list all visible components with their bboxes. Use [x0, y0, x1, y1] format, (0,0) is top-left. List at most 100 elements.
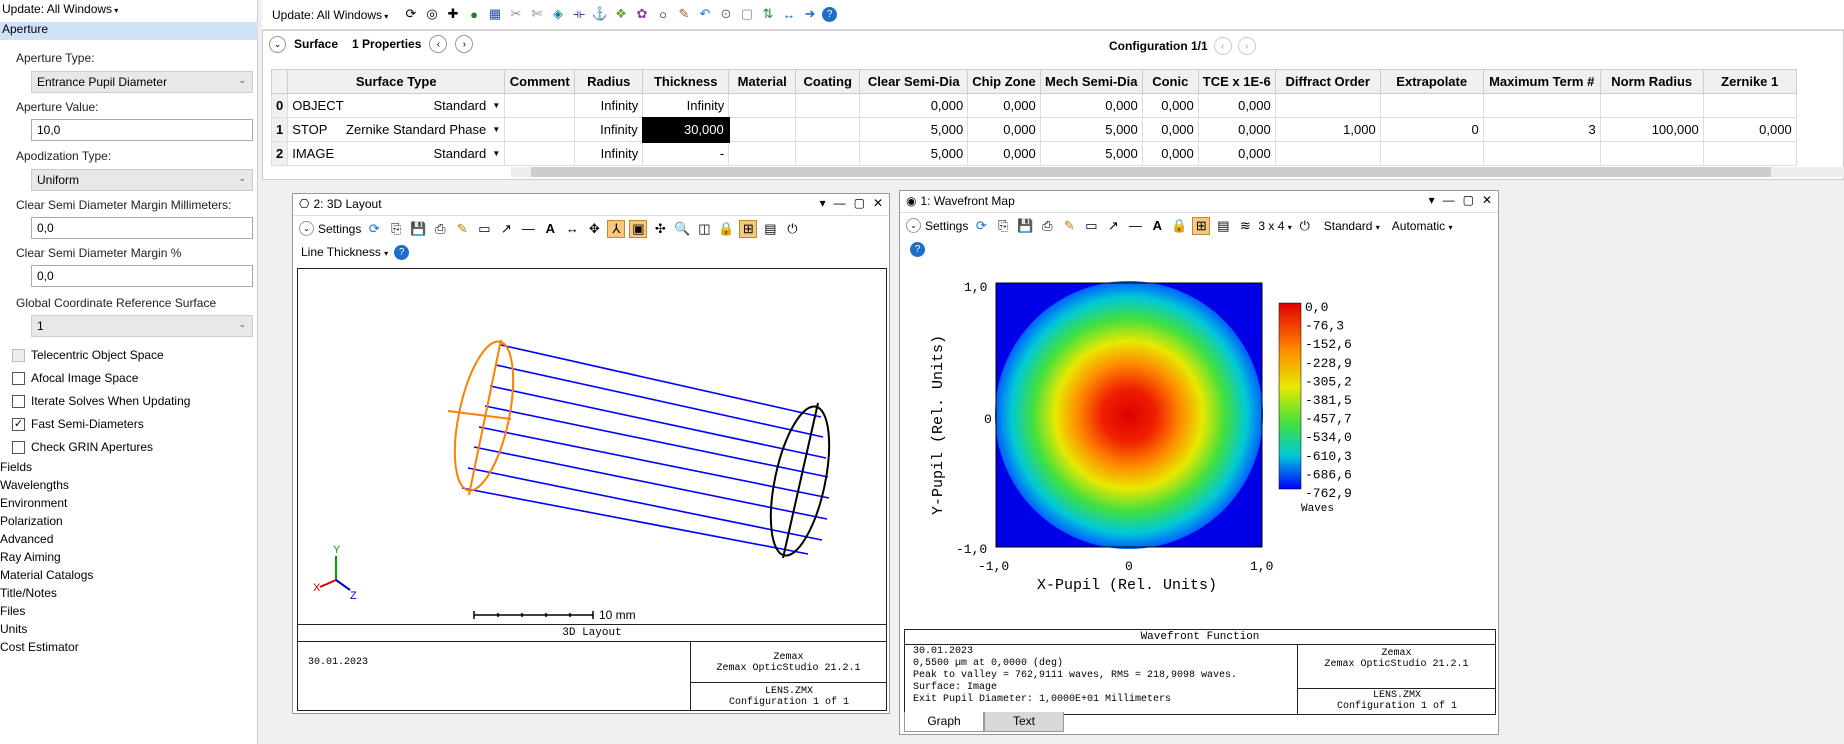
- copy-icon[interactable]: ⎘: [994, 217, 1012, 235]
- maximize-icon[interactable]: ▢: [1463, 193, 1474, 207]
- dropdown-icon[interactable]: ▾: [1429, 193, 1435, 207]
- col-extrapolate[interactable]: Extrapolate: [1379, 69, 1484, 94]
- col-norm-radius[interactable]: Norm Radius: [1599, 69, 1704, 94]
- col-material[interactable]: Material: [728, 69, 797, 94]
- extrapolate-cell[interactable]: [1379, 141, 1484, 166]
- print-icon[interactable]: ⎙: [1038, 217, 1056, 235]
- mech-semi-dia-cell[interactable]: 5,000: [1039, 141, 1143, 166]
- dropdown-icon[interactable]: ▾: [820, 196, 826, 210]
- next-config-icon[interactable]: ›: [1237, 37, 1256, 55]
- layers-icon[interactable]: ▤: [1214, 217, 1232, 235]
- grid-icon[interactable]: ⊞: [1192, 216, 1211, 235]
- diffract-order-cell[interactable]: 1,000: [1274, 117, 1381, 142]
- col-tce[interactable]: TCE x 1E-6: [1197, 69, 1276, 94]
- text-icon[interactable]: A: [1148, 217, 1166, 235]
- category-environment[interactable]: Environment: [0, 496, 67, 510]
- margin-mm-input[interactable]: 0,0: [31, 217, 253, 239]
- line-icon[interactable]: —: [519, 220, 537, 238]
- surface-type-cell[interactable]: OBJECT Standard ▼: [287, 93, 506, 118]
- afocal-checkbox[interactable]: Afocal Image Space: [12, 370, 138, 386]
- horizontal-scrollbar[interactable]: [511, 167, 1844, 177]
- text-icon[interactable]: A: [541, 220, 559, 238]
- col-surface-type[interactable]: Surface Type: [287, 69, 506, 94]
- diffract-order-cell[interactable]: [1274, 141, 1381, 166]
- col-radius[interactable]: Radius: [574, 69, 644, 94]
- print-icon[interactable]: ⎙: [431, 220, 449, 238]
- power-icon[interactable]: ⏻: [783, 220, 801, 238]
- layout-grid-dropdown[interactable]: 3 x 4 ▾: [1258, 219, 1291, 233]
- stack-icon[interactable]: ≋: [1236, 217, 1254, 235]
- conic-cell[interactable]: 0,000: [1141, 93, 1199, 118]
- aperture-value-input[interactable]: 10,0: [31, 119, 253, 141]
- close-icon[interactable]: ✕: [873, 196, 883, 210]
- col-diffract-order[interactable]: Diffract Order: [1274, 69, 1381, 94]
- dropdown-arrow-icon[interactable]: ▼: [492, 149, 500, 158]
- scissors-icon[interactable]: ✂: [507, 5, 525, 23]
- comment-cell[interactable]: [504, 117, 576, 142]
- close-icon[interactable]: ✕: [1482, 193, 1492, 207]
- view-icon[interactable]: ▣: [629, 219, 648, 238]
- aperture-type-select[interactable]: Entrance Pupil Diameter ⌄: [31, 71, 253, 93]
- settings-button[interactable]: Settings: [925, 219, 968, 233]
- iterate-solves-checkbox[interactable]: Iterate Solves When Updating: [12, 393, 190, 409]
- lock-icon[interactable]: 🔒: [1170, 217, 1188, 235]
- col-clear-semi-dia[interactable]: Clear Semi-Dia: [859, 69, 969, 94]
- col-mech-semi-dia[interactable]: Mech Semi-Dia: [1039, 69, 1143, 94]
- category-files[interactable]: Files: [0, 604, 25, 618]
- line-icon[interactable]: —: [1126, 217, 1144, 235]
- chart-icon[interactable]: ▦: [486, 5, 504, 23]
- globe-refresh-icon[interactable]: ◎: [423, 5, 441, 23]
- undo-icon[interactable]: ↶: [696, 5, 714, 23]
- chip-zone-cell[interactable]: 0,000: [967, 141, 1041, 166]
- extrapolate-cell[interactable]: [1379, 93, 1484, 118]
- margin-pct-input[interactable]: 0,0: [31, 265, 253, 287]
- refresh-icon[interactable]: ⟳: [365, 220, 383, 238]
- apodization-type-select[interactable]: Uniform ⌄: [31, 169, 253, 191]
- zernike-1-cell[interactable]: [1702, 141, 1797, 166]
- category-cost-estimator[interactable]: Cost Estimator: [0, 640, 79, 654]
- material-cell[interactable]: [728, 93, 797, 118]
- split-icon[interactable]: ⟛: [570, 5, 588, 23]
- comment-cell[interactable]: [504, 93, 576, 118]
- save-icon[interactable]: 💾: [1016, 217, 1034, 235]
- thickness-cell[interactable]: -: [642, 141, 730, 166]
- cut-icon[interactable]: ✄: [528, 5, 546, 23]
- col-comment[interactable]: Comment: [504, 69, 576, 94]
- toggle-icon[interactable]: ⊙: [717, 5, 735, 23]
- maximize-icon[interactable]: ▢: [854, 196, 865, 210]
- lock-icon[interactable]: 🔒: [717, 220, 735, 238]
- refresh-icon[interactable]: ⟳: [402, 5, 420, 23]
- check-grin-checkbox[interactable]: Check GRIN Apertures: [12, 439, 153, 455]
- coating-cell[interactable]: [795, 117, 861, 142]
- clear-semi-dia-cell[interactable]: 5,000: [859, 117, 969, 142]
- camera-icon[interactable]: ◫: [695, 220, 713, 238]
- layers-icon[interactable]: ▤: [761, 220, 779, 238]
- radius-cell[interactable]: Infinity: [574, 93, 644, 118]
- category-ray-aiming[interactable]: Ray Aiming: [0, 550, 61, 564]
- col-chip-zone[interactable]: Chip Zone: [967, 69, 1041, 94]
- norm-radius-cell[interactable]: [1599, 141, 1704, 166]
- norm-radius-cell[interactable]: [1599, 93, 1704, 118]
- grid-icon[interactable]: ⊞: [739, 219, 758, 238]
- axes-icon[interactable]: ⅄: [607, 219, 626, 238]
- wavefront-titlebar[interactable]: ◉ 1: Wavefront Map ▾ — ▢ ✕: [900, 191, 1498, 213]
- rectangle-icon[interactable]: ▭: [475, 220, 493, 238]
- fast-semi-diameters-checkbox[interactable]: ✓ Fast Semi-Diameters: [12, 416, 144, 432]
- collapse-settings-icon[interactable]: ⌄: [299, 221, 314, 236]
- dimension-icon[interactable]: ↔: [563, 220, 581, 238]
- tce-cell[interactable]: 0,000: [1197, 141, 1276, 166]
- scrollbar-thumb[interactable]: [531, 167, 1771, 177]
- maximum-term-cell[interactable]: [1482, 93, 1601, 118]
- palette-icon[interactable]: ✿: [633, 5, 651, 23]
- maximum-term-cell[interactable]: [1482, 141, 1601, 166]
- brush-icon[interactable]: ✎: [675, 5, 693, 23]
- clear-semi-dia-cell[interactable]: 5,000: [859, 141, 969, 166]
- maximum-term-cell[interactable]: 3: [1482, 117, 1601, 142]
- mech-semi-dia-cell[interactable]: 5,000: [1039, 117, 1143, 142]
- conic-cell[interactable]: 0,000: [1141, 141, 1199, 166]
- material-icon[interactable]: ❖: [612, 5, 630, 23]
- col-conic[interactable]: Conic: [1141, 69, 1199, 94]
- prev-config-icon[interactable]: ‹: [1213, 37, 1232, 55]
- radius-cell[interactable]: Infinity: [574, 117, 644, 142]
- telecentric-checkbox[interactable]: Telecentric Object Space: [12, 347, 164, 363]
